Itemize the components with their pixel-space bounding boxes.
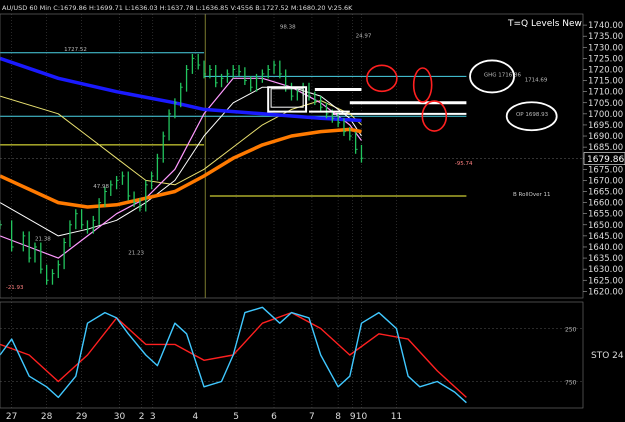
y-tick-label: 1685.00 <box>588 143 623 153</box>
x-tick-label: 4 <box>192 412 198 422</box>
x-tick-label: 29 <box>76 412 88 422</box>
chart-annotation: 24.97 <box>356 33 372 39</box>
y-tick-label: 1710.00 <box>588 88 623 98</box>
y-tick-label: 1640.00 <box>588 243 623 253</box>
x-tick-label: 5 <box>233 412 239 422</box>
chart-title: T=Q Levels New <box>507 19 582 29</box>
x-tick-label: 3 <box>150 412 156 422</box>
x-tick-label: 27 <box>6 412 17 422</box>
y-tick-label: 1725.00 <box>588 54 623 64</box>
chart-annotation: 1714.69 <box>525 78 548 84</box>
x-tick-label: 11 <box>391 412 402 422</box>
chart-annotation: 1727.52 <box>64 47 87 53</box>
chart-annotation: 98.38 <box>280 24 296 30</box>
chart-annotation: GHG 1716.86 <box>484 72 522 78</box>
chart-annotation: 47.98 <box>93 184 109 190</box>
y-tick-label: 1740.00 <box>588 21 623 31</box>
price-chart: AU/USD 60 Min C:1679.86 H:1699.71 L:1636… <box>0 0 625 422</box>
y-tick-label: 1645.00 <box>588 232 623 242</box>
y-tick-label: 1715.00 <box>588 77 623 87</box>
sto-tick-label: 750 <box>565 380 577 387</box>
y-tick-label: 1735.00 <box>588 32 623 42</box>
chart-annotation: 21.23 <box>128 251 144 257</box>
y-tick-label: 1705.00 <box>588 99 623 109</box>
y-tick-label: 1620.00 <box>588 287 623 297</box>
y-tick-label: 1625.00 <box>588 276 623 286</box>
chart-annotation: -95.74 <box>455 161 473 167</box>
y-tick-label: 1690.00 <box>588 132 623 142</box>
chart-annotation: -21.93 <box>6 285 24 291</box>
sto-label: STO 24 <box>591 351 624 361</box>
sto-tick-label: 250 <box>565 327 577 334</box>
y-tick-label: 1670.00 <box>588 176 623 186</box>
y-tick-label: 1695.00 <box>588 121 623 131</box>
chart-header: AU/USD 60 Min C:1679.86 H:1699.71 L:1636… <box>2 4 353 12</box>
y-tick-label: 1700.00 <box>588 110 623 120</box>
chart-window: AU/USD 60 Min C:1679.86 H:1699.71 L:1636… <box>0 0 625 422</box>
y-tick-label: 1655.00 <box>588 210 623 220</box>
y-tick-label: 1665.00 <box>588 188 623 198</box>
y-tick-label: 1720.00 <box>588 65 623 75</box>
y-tick-label: 1675.00 <box>588 165 623 175</box>
last-price-label: 1679.86 <box>587 155 624 165</box>
chart-annotation: OP 1698.93 <box>516 112 549 118</box>
y-tick-label: 1650.00 <box>588 221 623 231</box>
x-tick-label: 2 <box>139 412 145 422</box>
x-tick-label: 8 <box>335 412 341 422</box>
x-tick-label: 10 <box>356 412 368 422</box>
y-tick-label: 1635.00 <box>588 254 623 264</box>
chart-annotation: B RollOver 11 <box>513 192 551 198</box>
x-tick-label: 30 <box>114 412 126 422</box>
x-tick-label: 6 <box>271 412 277 422</box>
x-tick-label: 28 <box>41 412 53 422</box>
chart-annotation: 21.38 <box>35 236 51 242</box>
y-tick-label: 1630.00 <box>588 265 623 275</box>
y-tick-label: 1730.00 <box>588 43 623 53</box>
x-tick-label: 7 <box>309 412 315 422</box>
y-tick-label: 1660.00 <box>588 199 623 209</box>
